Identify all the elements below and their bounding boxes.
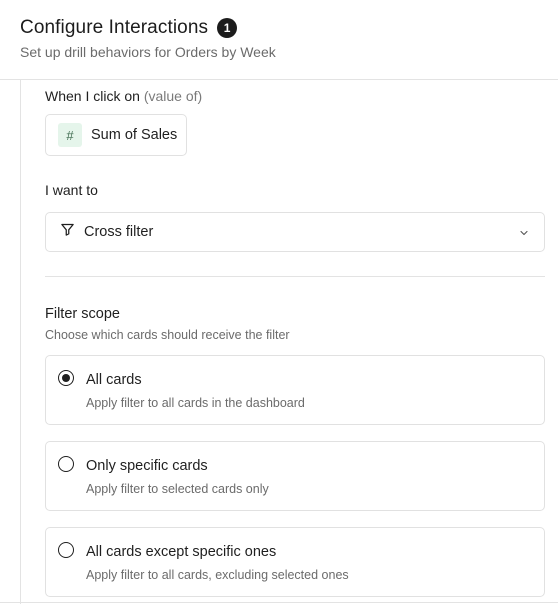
value-chip[interactable]: # Sum of Sales xyxy=(45,114,187,156)
scope-option-all-cards[interactable]: All cards Apply filter to all cards in t… xyxy=(45,355,545,425)
filter-scope-title: Filter scope xyxy=(45,306,120,322)
action-label: I want to xyxy=(45,182,98,198)
filter-icon xyxy=(60,222,75,242)
section-rail xyxy=(20,80,21,604)
radio-specific-cards[interactable] xyxy=(58,456,74,472)
filter-scope-description: Choose which cards should receive the fi… xyxy=(45,328,290,342)
bottom-border xyxy=(0,602,558,603)
hash-icon: # xyxy=(58,123,82,147)
chevron-down-icon xyxy=(518,226,530,244)
click-on-label: When I click on (value of) xyxy=(45,88,202,104)
option-label: All cards except specific ones xyxy=(86,544,277,560)
option-label: All cards xyxy=(86,372,142,388)
option-label: Only specific cards xyxy=(86,458,208,474)
count-badge: 1 xyxy=(217,18,238,38)
action-select[interactable]: Cross filter xyxy=(45,212,545,252)
page-title: Configure Interactions xyxy=(20,17,209,38)
radio-except-specific[interactable] xyxy=(58,542,74,558)
option-description: Apply filter to all cards, excluding sel… xyxy=(86,568,349,582)
scope-option-except-specific[interactable]: All cards except specific ones Apply fil… xyxy=(45,527,545,597)
option-description: Apply filter to selected cards only xyxy=(86,482,269,496)
click-on-hint: (value of) xyxy=(143,88,203,104)
title-row: Configure Interactions 1 xyxy=(20,17,238,39)
page-subtitle: Set up drill behaviors for Orders by Wee… xyxy=(20,44,276,60)
option-description: Apply filter to all cards in the dashboa… xyxy=(86,396,305,410)
radio-all-cards[interactable] xyxy=(58,370,74,386)
value-chip-label: Sum of Sales xyxy=(91,127,178,143)
section-divider xyxy=(45,276,545,277)
panel-header: Configure Interactions 1 Set up drill be… xyxy=(0,0,558,80)
click-on-text: When I click on xyxy=(45,88,140,104)
scope-option-specific-cards[interactable]: Only specific cards Apply filter to sele… xyxy=(45,441,545,511)
action-select-value: Cross filter xyxy=(84,224,154,240)
